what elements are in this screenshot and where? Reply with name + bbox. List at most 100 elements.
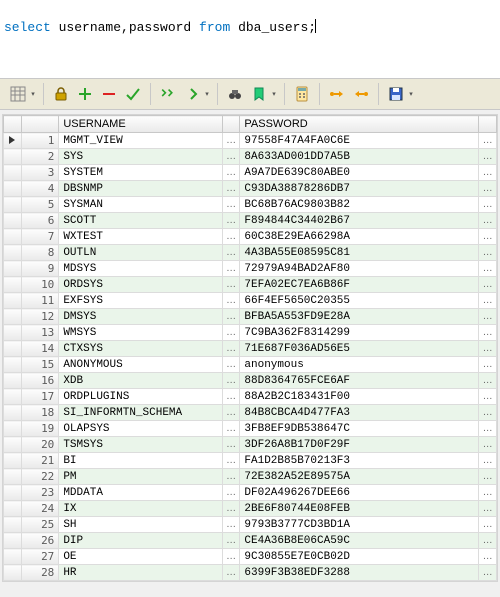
table-row[interactable]: 17ORDPLUGINS…88A2B2C183431F00… — [4, 389, 497, 405]
cell-ellipsis-button[interactable]: … — [222, 197, 240, 213]
find-button[interactable] — [224, 82, 246, 106]
results-grid[interactable]: USERNAME PASSWORD 1MGMT_VIEW…97558F47A4F… — [2, 114, 498, 582]
cell-password[interactable]: 71E687F036AD56E5 — [240, 341, 479, 357]
cell-password[interactable]: BFBA5A553FD9E28A — [240, 309, 479, 325]
cell-ellipsis-button[interactable]: … — [222, 517, 240, 533]
cell-password[interactable]: anonymous — [240, 357, 479, 373]
table-row[interactable]: 2SYS…8A633AD001DD7A5B… — [4, 149, 497, 165]
cell-ellipsis-button[interactable]: … — [479, 421, 497, 437]
table-row[interactable]: 21BI…FA1D2B85B70213F3… — [4, 453, 497, 469]
cell-password[interactable]: 72E382A52E89575A — [240, 469, 479, 485]
cell-password[interactable]: A9A7DE639C80ABE0 — [240, 165, 479, 181]
cell-username[interactable]: PM — [59, 469, 222, 485]
cell-username[interactable]: WXTEST — [59, 229, 222, 245]
save-dropdown[interactable]: ▾ — [406, 82, 416, 106]
cell-password[interactable]: 88A2B2C183431F00 — [240, 389, 479, 405]
refresh-dropdown[interactable]: ▾ — [202, 82, 212, 106]
cell-password[interactable]: 88D8364765FCE6AF — [240, 373, 479, 389]
cell-password[interactable]: 84B8CBCA4D477FA3 — [240, 405, 479, 421]
cell-ellipsis-button[interactable]: … — [222, 309, 240, 325]
cell-username[interactable]: BI — [59, 453, 222, 469]
cell-ellipsis-button[interactable]: … — [479, 149, 497, 165]
cell-username[interactable]: MDSYS — [59, 261, 222, 277]
cell-ellipsis-button[interactable]: … — [479, 501, 497, 517]
cell-ellipsis-button[interactable]: … — [222, 565, 240, 581]
table-row[interactable]: 14CTXSYS…71E687F036AD56E5… — [4, 341, 497, 357]
table-row[interactable]: 3SYSTEM…A9A7DE639C80ABE0… — [4, 165, 497, 181]
cell-password[interactable]: 60C38E29EA66298A — [240, 229, 479, 245]
cell-ellipsis-button[interactable]: … — [479, 533, 497, 549]
cell-ellipsis-button[interactable]: … — [222, 149, 240, 165]
cell-password[interactable]: FA1D2B85B70213F3 — [240, 453, 479, 469]
cell-password[interactable]: 97558F47A4FA0C6E — [240, 133, 479, 149]
table-row[interactable]: 26DIP…CE4A36B8E06CA59C… — [4, 533, 497, 549]
grid-view-button[interactable] — [7, 82, 29, 106]
cell-username[interactable]: TSMSYS — [59, 437, 222, 453]
table-row[interactable]: 28HR…6399F3B38EDF3288… — [4, 565, 497, 581]
cell-username[interactable]: EXFSYS — [59, 293, 222, 309]
cell-ellipsis-button[interactable]: … — [479, 165, 497, 181]
cell-ellipsis-button[interactable]: … — [222, 437, 240, 453]
table-row[interactable]: 22PM…72E382A52E89575A… — [4, 469, 497, 485]
bookmark-button[interactable] — [248, 82, 270, 106]
sql-editor[interactable]: select username,password from dba_users; — [0, 0, 500, 78]
cell-password[interactable]: BC68B76AC9803B82 — [240, 197, 479, 213]
cell-password[interactable]: 4A3BA55E08595C81 — [240, 245, 479, 261]
cell-ellipsis-button[interactable]: … — [222, 165, 240, 181]
table-row[interactable]: 10ORDSYS…7EFA02EC7EA6B86F… — [4, 277, 497, 293]
cell-ellipsis-button[interactable]: … — [222, 357, 240, 373]
table-row[interactable]: 9MDSYS…72979A94BAD2AF80… — [4, 261, 497, 277]
bookmark-dropdown[interactable]: ▾ — [269, 82, 279, 106]
cell-username[interactable]: MDDATA — [59, 485, 222, 501]
cell-password[interactable]: 66F4EF5650C20355 — [240, 293, 479, 309]
table-row[interactable]: 13WMSYS…7C9BA362F8314299… — [4, 325, 497, 341]
cell-ellipsis-button[interactable]: … — [222, 421, 240, 437]
save-button[interactable] — [385, 82, 407, 106]
cell-ellipsis-button[interactable]: … — [479, 357, 497, 373]
cell-ellipsis-button[interactable]: … — [222, 501, 240, 517]
cell-ellipsis-button[interactable]: … — [222, 533, 240, 549]
cell-username[interactable]: OE — [59, 549, 222, 565]
cell-username[interactable]: SCOTT — [59, 213, 222, 229]
cell-ellipsis-button[interactable]: … — [479, 261, 497, 277]
cell-ellipsis-button[interactable]: … — [222, 373, 240, 389]
cell-username[interactable]: MGMT_VIEW — [59, 133, 222, 149]
cell-ellipsis-button[interactable]: … — [222, 469, 240, 485]
cell-username[interactable]: SYSMAN — [59, 197, 222, 213]
cell-username[interactable]: HR — [59, 565, 222, 581]
cell-ellipsis-button[interactable]: … — [479, 293, 497, 309]
grid-view-dropdown[interactable]: ▾ — [28, 82, 38, 106]
cell-username[interactable]: ORDPLUGINS — [59, 389, 222, 405]
cell-ellipsis-button[interactable]: … — [222, 341, 240, 357]
table-row[interactable]: 23MDDATA…DF02A496267DEE66… — [4, 485, 497, 501]
table-row[interactable]: 20TSMSYS…3DF26A8B17D0F29F… — [4, 437, 497, 453]
cell-username[interactable]: DIP — [59, 533, 222, 549]
cell-ellipsis-button[interactable]: … — [222, 245, 240, 261]
cell-ellipsis-button[interactable]: … — [222, 485, 240, 501]
cell-ellipsis-button[interactable]: … — [479, 133, 497, 149]
cell-password[interactable]: 7C9BA362F8314299 — [240, 325, 479, 341]
table-row[interactable]: 15ANONYMOUS…anonymous… — [4, 357, 497, 373]
cell-ellipsis-button[interactable]: … — [479, 405, 497, 421]
table-row[interactable]: 16XDB…88D8364765FCE6AF… — [4, 373, 497, 389]
cell-ellipsis-button[interactable]: … — [222, 405, 240, 421]
cell-ellipsis-button[interactable]: … — [479, 517, 497, 533]
cell-username[interactable]: SYSTEM — [59, 165, 222, 181]
cell-password[interactable]: 9C30855E7E0CB02D — [240, 549, 479, 565]
cell-password[interactable]: 8A633AD001DD7A5B — [240, 149, 479, 165]
cell-username[interactable]: DMSYS — [59, 309, 222, 325]
table-row[interactable]: 25SH…9793B3777CD3BD1A… — [4, 517, 497, 533]
cell-password[interactable]: CE4A36B8E06CA59C — [240, 533, 479, 549]
cell-username[interactable]: IX — [59, 501, 222, 517]
table-row[interactable]: 11EXFSYS…66F4EF5650C20355… — [4, 293, 497, 309]
cell-ellipsis-button[interactable]: … — [222, 549, 240, 565]
cell-username[interactable]: ORDSYS — [59, 277, 222, 293]
table-row[interactable]: 1MGMT_VIEW…97558F47A4FA0C6E… — [4, 133, 497, 149]
cell-password[interactable]: 72979A94BAD2AF80 — [240, 261, 479, 277]
tx-rollback-button[interactable] — [350, 82, 372, 106]
table-row[interactable]: 18SI_INFORMTN_SCHEMA…84B8CBCA4D477FA3… — [4, 405, 497, 421]
cell-password[interactable]: 3FB8EF9DB538647C — [240, 421, 479, 437]
cell-password[interactable]: 6399F3B38EDF3288 — [240, 565, 479, 581]
cell-ellipsis-button[interactable]: … — [479, 325, 497, 341]
cell-password[interactable]: F894844C34402B67 — [240, 213, 479, 229]
